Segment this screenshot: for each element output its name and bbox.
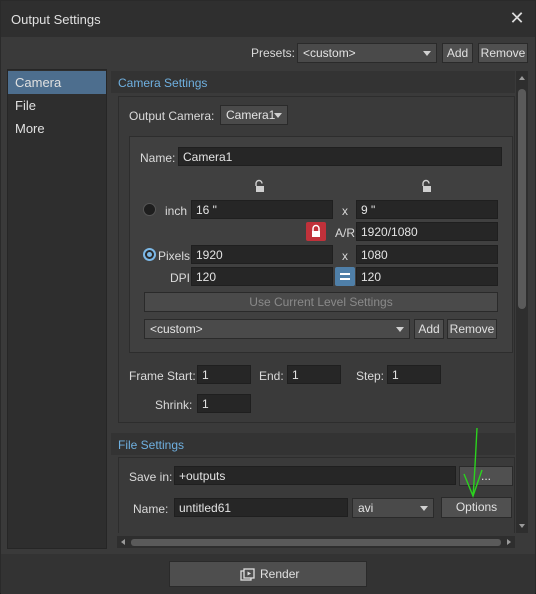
ar-lock-button[interactable] xyxy=(306,222,326,241)
frame-start-label: Frame Start: xyxy=(129,369,196,383)
camera-preset-add-button[interactable]: Add xyxy=(414,319,444,339)
presets-value: <custom> xyxy=(303,46,356,60)
end-label: End: xyxy=(259,369,284,383)
x-separator: x xyxy=(342,249,348,263)
presets-dropdown[interactable]: <custom> xyxy=(297,43,437,63)
close-icon[interactable]: ✕ xyxy=(509,9,525,27)
output-camera-label: Output Camera: xyxy=(129,109,215,123)
unlock-icon[interactable] xyxy=(253,179,267,193)
camera-preset-remove-button[interactable]: Remove xyxy=(447,319,497,339)
render-label: Render xyxy=(260,567,300,581)
camera-name-label: Name: xyxy=(140,151,176,165)
height-px-field[interactable]: 1080 xyxy=(356,245,498,264)
vertical-scroll-thumb[interactable] xyxy=(518,89,526,309)
output-camera-dropdown[interactable]: Camera1 xyxy=(220,105,288,125)
chevron-down-icon xyxy=(396,327,404,332)
chevron-down-icon xyxy=(420,506,428,511)
shrink-label: Shrink: xyxy=(155,398,193,412)
unlock-icon[interactable] xyxy=(420,179,434,193)
sidebar-item-file[interactable]: File xyxy=(8,94,106,117)
horizontal-scroll-thumb[interactable] xyxy=(131,539,501,546)
scroll-up-icon[interactable] xyxy=(518,74,526,82)
window-title: Output Settings xyxy=(11,12,101,27)
chevron-down-icon xyxy=(274,113,282,118)
pixels-label: Pixels xyxy=(158,249,191,263)
step-label: Step: xyxy=(356,369,385,383)
x-separator: x xyxy=(342,204,348,218)
aspect-ratio-field[interactable]: 1920/1080 xyxy=(356,222,498,241)
horizontal-scrollbar[interactable] xyxy=(117,536,515,548)
dpi-label: DPI xyxy=(170,271,191,285)
dpi-x-field[interactable]: 120 xyxy=(191,267,333,286)
scroll-left-icon[interactable] xyxy=(119,538,127,546)
sidebar: Camera File More xyxy=(7,69,107,549)
sidebar-item-more[interactable]: More xyxy=(8,117,106,140)
file-format-value: avi xyxy=(358,501,374,515)
shrink-field[interactable]: 1 xyxy=(197,394,251,413)
frame-start-field[interactable]: 1 xyxy=(197,365,251,384)
frame-end-field[interactable]: 1 xyxy=(287,365,341,384)
dpi-y-field[interactable]: 120 xyxy=(356,267,498,286)
scroll-right-icon[interactable] xyxy=(505,538,513,546)
camera-preset-value: <custom> xyxy=(150,322,203,336)
camera-settings-header: Camera Settings xyxy=(111,71,515,93)
equals-icon xyxy=(340,273,350,280)
annotation-arrow-icon xyxy=(463,427,483,498)
title-bar[interactable]: Output Settings ✕ xyxy=(1,1,535,37)
render-icon xyxy=(240,568,255,581)
output-settings-window: Output Settings ✕ Presets: <custom> Add … xyxy=(0,0,536,594)
output-camera-value: Camera1 xyxy=(226,108,276,122)
width-px-field[interactable]: 1920 xyxy=(191,245,333,264)
save-in-label: Save in: xyxy=(129,470,173,484)
presets-remove-button[interactable]: Remove xyxy=(478,43,528,63)
presets-label: Presets: xyxy=(251,46,296,60)
pixels-radio[interactable] xyxy=(143,248,156,261)
inch-radio[interactable] xyxy=(143,203,156,216)
inch-label: inch xyxy=(165,204,188,218)
ar-label: A/R xyxy=(335,226,356,240)
camera-preset-dropdown[interactable]: <custom> xyxy=(144,319,410,339)
file-settings-header: File Settings xyxy=(111,433,515,455)
sidebar-item-camera[interactable]: Camera xyxy=(8,71,106,94)
vertical-scrollbar[interactable] xyxy=(516,71,528,533)
dpi-link-button[interactable] xyxy=(335,267,355,286)
scroll-down-icon[interactable] xyxy=(518,522,526,530)
file-format-dropdown[interactable]: avi xyxy=(352,498,434,518)
render-button[interactable]: Render xyxy=(169,561,367,587)
use-current-level-settings-button[interactable]: Use Current Level Settings xyxy=(144,292,498,312)
step-field[interactable]: 1 xyxy=(387,365,441,384)
save-in-field[interactable]: +outputs xyxy=(174,466,456,485)
chevron-down-icon xyxy=(423,51,431,56)
file-name-label: Name: xyxy=(133,502,169,516)
width-inch-field[interactable]: 16 " xyxy=(191,200,333,219)
camera-name-field[interactable]: Camera1 xyxy=(178,147,502,166)
lock-icon xyxy=(312,224,320,237)
file-name-field[interactable]: untitled61 xyxy=(174,498,348,517)
presets-add-button[interactable]: Add xyxy=(442,43,473,63)
height-inch-field[interactable]: 9 " xyxy=(356,200,498,219)
